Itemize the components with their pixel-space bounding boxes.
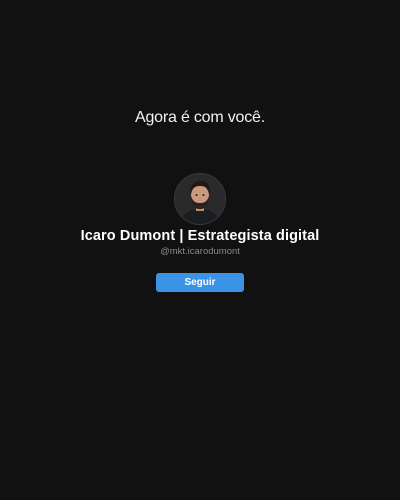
profile-photo-icon — [175, 174, 225, 224]
profile-card-screen: Agora é com você. Icaro Dumont | Estrate… — [0, 0, 400, 500]
profile-handle[interactable]: @mkt.icarodumont — [0, 246, 400, 257]
follow-button[interactable]: Seguir — [156, 273, 244, 292]
headline: Agora é com você. — [135, 109, 265, 126]
avatar[interactable] — [174, 173, 226, 225]
profile-name: Icaro Dumont | Estrategista digital — [80, 228, 320, 244]
